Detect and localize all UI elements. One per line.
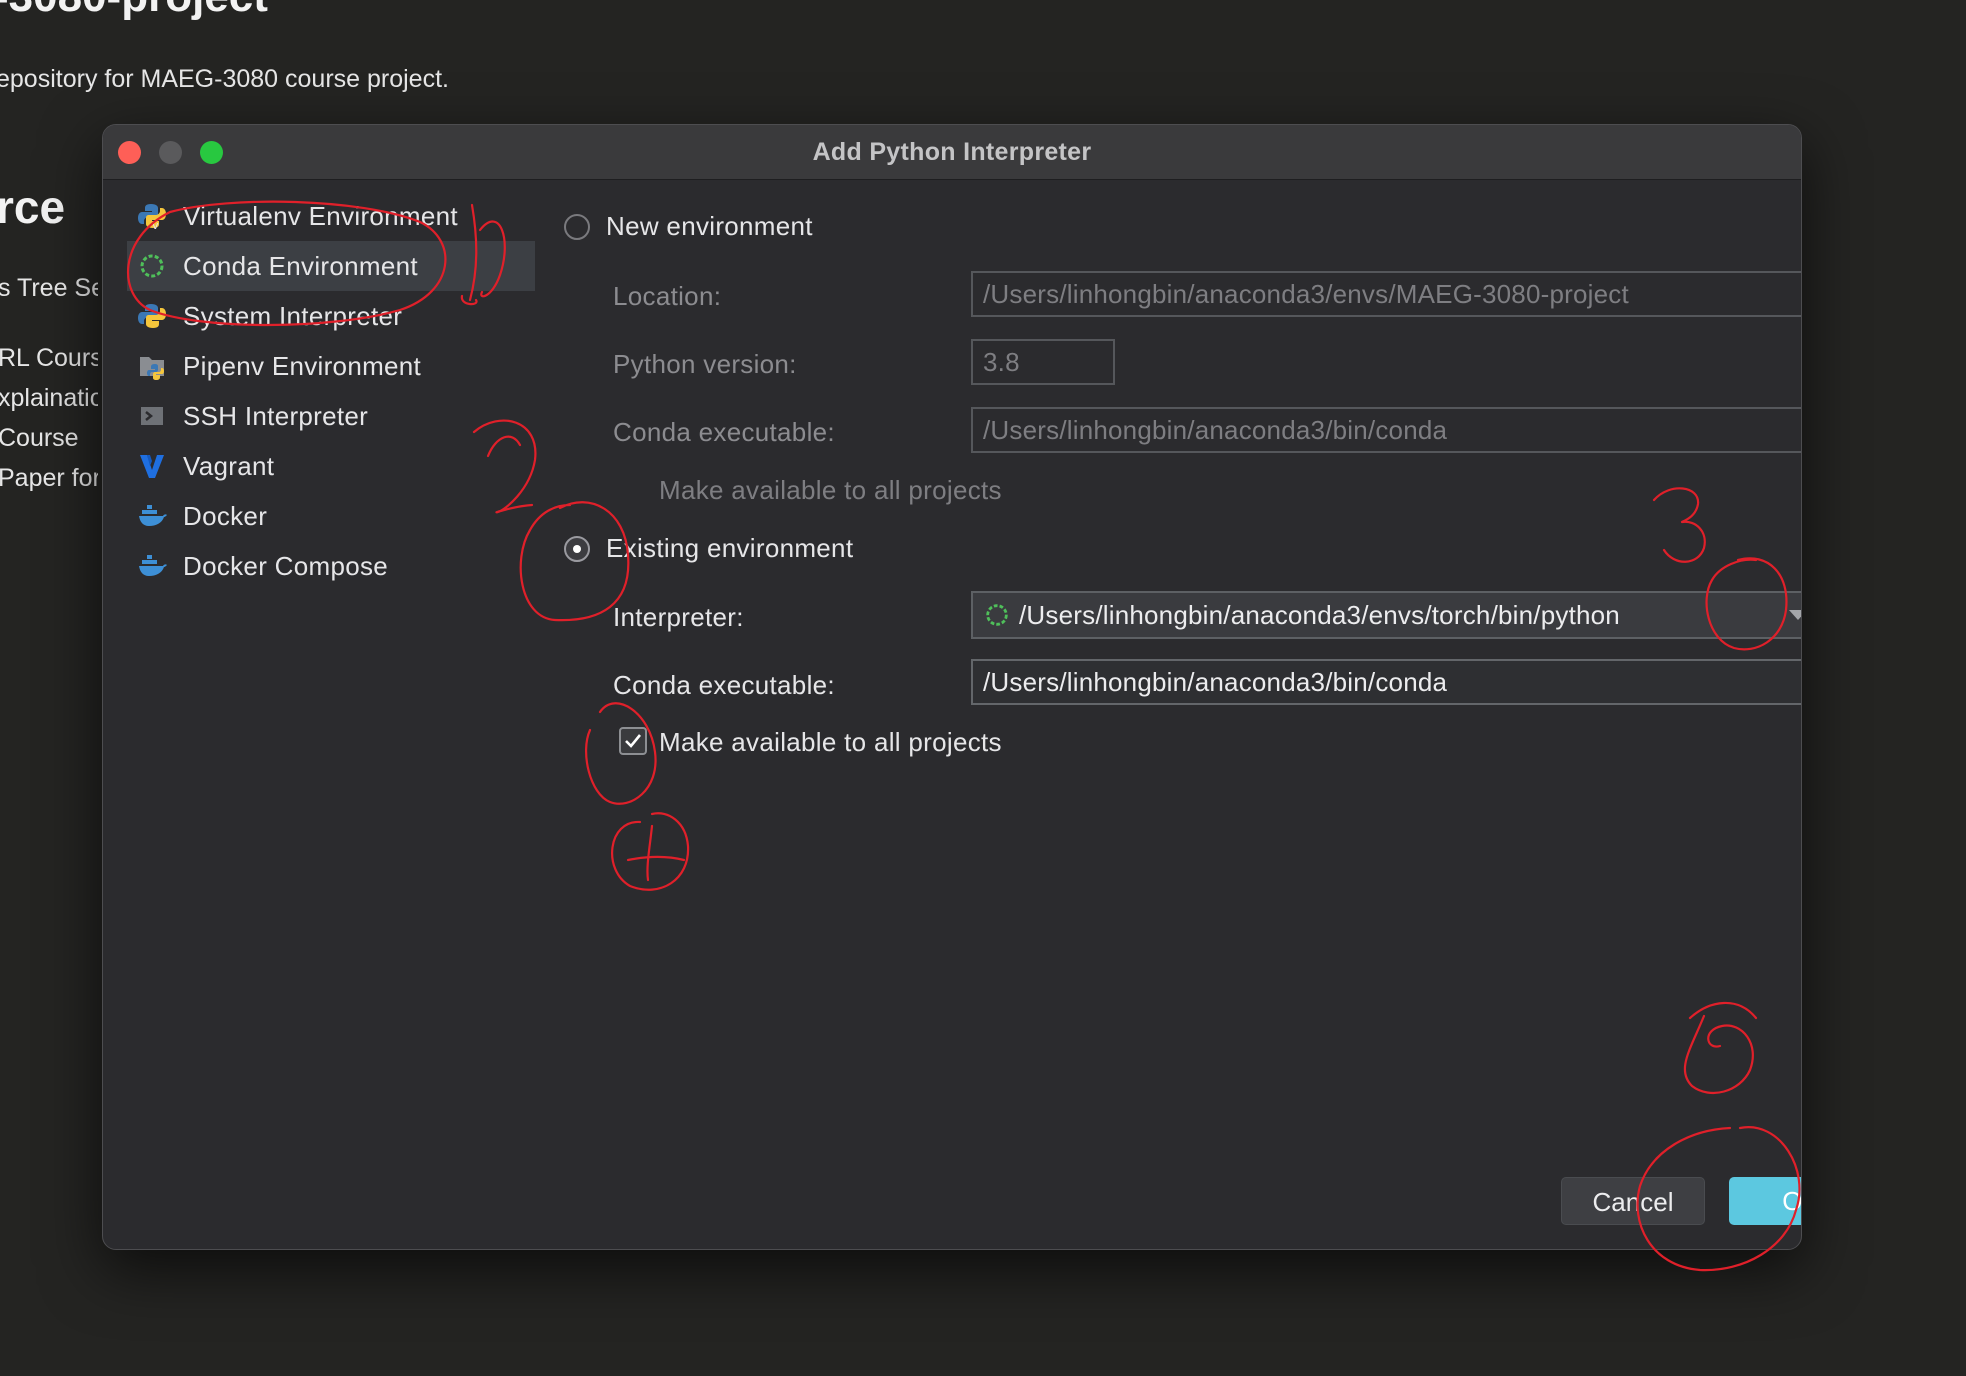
docker-icon: [135, 499, 169, 533]
sidebar-item-ssh[interactable]: SSH Interpreter: [127, 391, 535, 441]
conda-icon: [135, 249, 169, 283]
sidebar-item-conda[interactable]: Conda Environment: [127, 241, 535, 291]
checkmark-icon: [625, 734, 642, 748]
sidebar-item-vagrant[interactable]: Vagrant: [127, 441, 535, 491]
new-conda-executable-label: Conda executable:: [613, 417, 835, 447]
sidebar-item-virtualenv[interactable]: v Virtualenv Environment: [127, 191, 535, 241]
background-section-heading: rce: [0, 181, 66, 233]
chevron-down-icon[interactable]: [1789, 610, 1801, 620]
ok-button[interactable]: OK: [1729, 1177, 1801, 1225]
pipenv-icon: [135, 349, 169, 383]
interpreter-value: /Users/linhongbin/anaconda3/envs/torch/b…: [1019, 599, 1620, 630]
sidebar-item-label: SSH Interpreter: [183, 400, 369, 431]
background-list-item[interactable]: RL Cours: [0, 338, 98, 378]
sidebar-item-label: Docker: [183, 500, 268, 531]
svg-text:v: v: [152, 219, 159, 231]
interpreter-type-list: v Virtualenv Environment Conda Environme…: [103, 181, 539, 1249]
new-environment-label: New environment: [606, 211, 813, 241]
existing-conda-executable-field[interactable]: /Users/linhongbin/anaconda3/bin/conda: [971, 659, 1801, 705]
minimize-window-button[interactable]: [159, 141, 182, 164]
location-field: /Users/linhongbin/anaconda3/envs/MAEG-30…: [971, 271, 1801, 317]
sidebar-item-system-interpreter[interactable]: System Interpreter: [127, 291, 535, 341]
background-list-item[interactable]: Paper for: [0, 458, 98, 498]
sidebar-item-pipenv[interactable]: Pipenv Environment: [127, 341, 535, 391]
new-environment-radio[interactable]: [564, 213, 590, 240]
background-list: s Tree Se RL Cours xplainatio Course Pap…: [0, 268, 98, 498]
background-list-item[interactable]: Course: [0, 418, 98, 458]
background-page-description: epository for MAEG-3080 course project.: [0, 65, 449, 93]
sidebar-item-label: Docker Compose: [183, 550, 389, 581]
new-make-available-label: Make available to all projects: [659, 475, 1002, 505]
background-list-item[interactable]: xplainatio: [0, 378, 98, 418]
sidebar-item-label: System Interpreter: [183, 300, 403, 331]
python-virtualenv-icon: v: [135, 199, 169, 233]
sidebar-item-label: Pipenv Environment: [183, 350, 422, 381]
ssh-terminal-icon: [135, 399, 169, 433]
existing-environment-label: Existing environment: [606, 533, 854, 563]
new-environment-option[interactable]: New environment: [564, 211, 813, 242]
make-available-label[interactable]: Make available to all projects: [659, 727, 1002, 758]
sidebar-item-label: Vagrant: [183, 450, 275, 481]
conda-icon: [983, 601, 1011, 629]
sidebar-item-label: Conda Environment: [183, 250, 418, 281]
python-version-label: Python version:: [613, 349, 797, 379]
existing-conda-executable-label: Conda executable:: [613, 670, 835, 700]
vagrant-icon: [135, 449, 169, 483]
existing-environment-radio[interactable]: [564, 535, 590, 562]
background-list-item[interactable]: s Tree Se: [0, 268, 98, 308]
background-page-title: -3080-project: [0, 0, 268, 22]
existing-conda-executable-value: /Users/linhongbin/anaconda3/bin/conda: [983, 667, 1448, 697]
sidebar-item-docker-compose[interactable]: Docker Compose: [127, 541, 535, 591]
sidebar-item-docker[interactable]: Docker: [127, 491, 535, 541]
make-available-checkbox[interactable]: [619, 727, 647, 755]
new-conda-executable-value: /Users/linhongbin/anaconda3/bin/conda: [983, 415, 1448, 445]
location-label: Location:: [613, 281, 722, 311]
new-conda-executable-field: /Users/linhongbin/anaconda3/bin/conda: [971, 407, 1801, 453]
python-version-value: 3.8: [983, 347, 1020, 377]
sidebar-item-label: Virtualenv Environment: [183, 200, 458, 231]
dialog-titlebar[interactable]: Add Python Interpreter: [103, 125, 1801, 180]
location-value: /Users/linhongbin/anaconda3/envs/MAEG-30…: [983, 279, 1629, 309]
python-version-field: 3.8: [971, 339, 1115, 385]
dialog-title: Add Python Interpreter: [812, 138, 1092, 166]
conda-settings-panel: New environment Location: /Users/linhong…: [539, 181, 1801, 1249]
maximize-window-button[interactable]: [200, 141, 223, 164]
close-window-button[interactable]: [118, 141, 141, 164]
interpreter-dropdown[interactable]: /Users/linhongbin/anaconda3/envs/torch/b…: [971, 591, 1801, 639]
python-icon: [135, 299, 169, 333]
existing-environment-option[interactable]: Existing environment: [564, 533, 853, 564]
docker-compose-icon: [135, 549, 169, 583]
interpreter-label: Interpreter:: [613, 602, 744, 632]
cancel-button[interactable]: Cancel: [1561, 1177, 1705, 1225]
add-python-interpreter-dialog: Add Python Interpreter v Virtualenv Envi…: [102, 124, 1802, 1250]
